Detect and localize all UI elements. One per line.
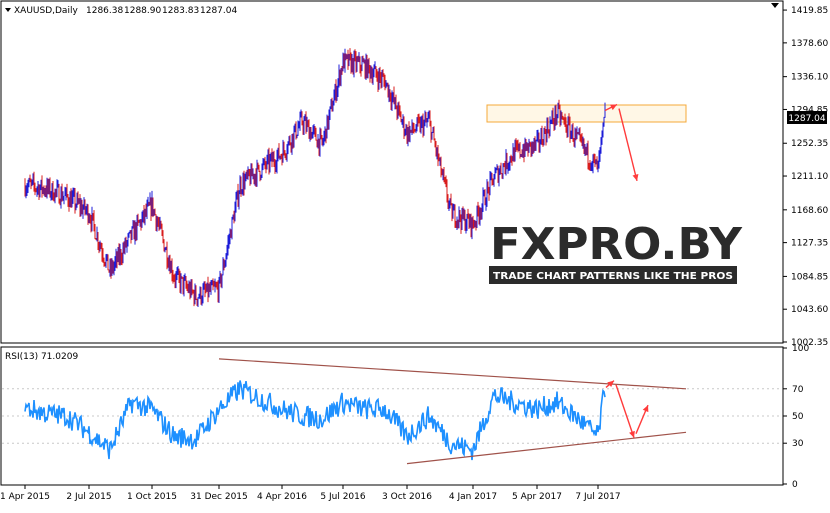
price-tick-label: 1084.85	[791, 272, 828, 282]
time-tick-label: 4 Jan 2017	[449, 492, 497, 502]
time-tick-label: 4 Apr 2016	[257, 492, 307, 502]
time-tick-label: 7 Jul 2017	[575, 492, 620, 502]
time-tick-label: 5 Apr 2017	[512, 492, 562, 502]
price-axis: 1419.851378.601336.101294.851252.351211.…	[783, 6, 828, 348]
rsi-tick-label: 30	[792, 439, 804, 449]
watermark-brand: FXPRO.BY	[490, 219, 743, 270]
time-tick-label: 1 Oct 2015	[127, 492, 177, 502]
ohlc-close: 1287.04	[200, 6, 237, 16]
symbol-label: XAUUSD,Daily	[14, 6, 78, 16]
fxpro-watermark: FXPRO.BY TRADE CHART PATTERNS LIKE THE P…	[489, 219, 743, 284]
price-tick-label: 1168.60	[791, 206, 828, 216]
time-tick-label: 5 Jul 2016	[320, 492, 365, 502]
rsi-tick-label: 70	[792, 385, 804, 395]
ohlc-open: 1286.38	[86, 6, 123, 16]
price-tick-label: 1419.85	[791, 6, 828, 16]
price-tick-label: 1043.60	[791, 305, 828, 315]
watermark-tagline: TRADE CHART PATTERNS LIKE THE PROS	[493, 271, 733, 282]
symbol-header: XAUUSD,Daily 1286.38 1288.90 1283.83 128…	[5, 6, 237, 16]
price-pane-frame	[0, 0, 784, 344]
chart-canvas[interactable]: XAUUSD,Daily 1286.38 1288.90 1283.83 128…	[0, 0, 830, 508]
resistance-zone[interactable]	[486, 104, 687, 123]
time-tick-label: 3 Oct 2016	[382, 492, 432, 502]
time-tick-label: 1 Apr 2015	[0, 492, 50, 502]
chart-window[interactable]: XAUUSD,Daily 1286.38 1288.90 1283.83 128…	[0, 0, 830, 508]
ohlc-low: 1283.83	[162, 6, 199, 16]
time-tick-label: 31 Dec 2015	[190, 492, 248, 502]
price-tick-label: 1378.60	[791, 39, 828, 49]
rsi-tick-label: 100	[792, 344, 809, 354]
current-price-label: 1287.04	[788, 114, 825, 124]
time-axis: 1 Apr 2015 2 Jul 2015 1 Oct 2015 31 Dec 201…	[0, 485, 621, 502]
rsi-tick-label: 0	[792, 480, 798, 490]
price-tick-label: 1211.10	[791, 172, 828, 182]
time-tick-label: 2 Jul 2015	[66, 492, 111, 502]
ohlc-high: 1288.90	[124, 6, 161, 16]
current-price-tag: 1287.04	[787, 111, 827, 124]
price-tick-label: 1127.35	[791, 239, 828, 249]
rsi-tick-label: 50	[792, 412, 804, 422]
price-tick-label: 1252.35	[791, 139, 828, 149]
price-tick-label: 1336.10	[791, 73, 828, 83]
rsi-header: RSI(13) 71.0209	[5, 352, 78, 362]
